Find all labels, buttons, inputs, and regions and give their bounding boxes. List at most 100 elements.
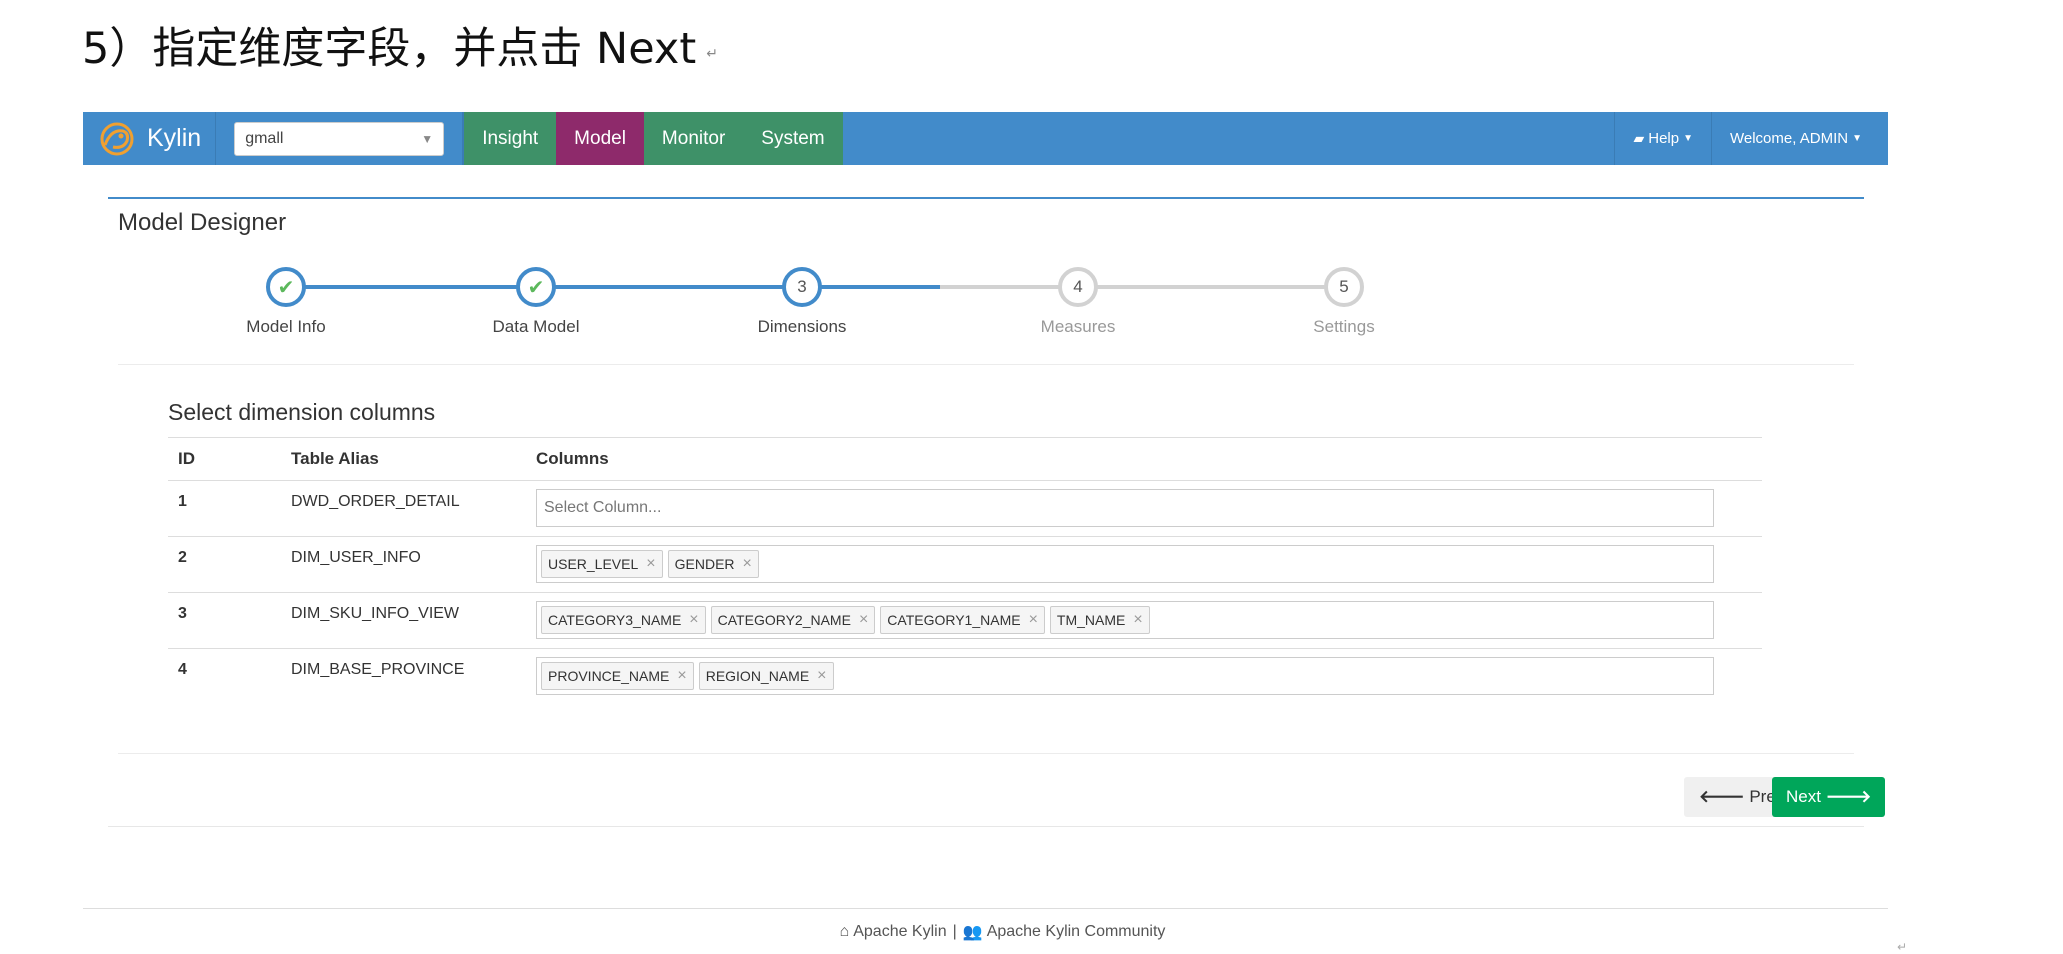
remove-tag-icon[interactable]: × [689, 611, 698, 629]
wizard-step-number: 3 [797, 277, 807, 296]
arrow-right-icon: 🡒 [1825, 787, 1872, 806]
column-select-input[interactable]: Select Column... [536, 489, 1714, 527]
nav-item-monitor[interactable]: Monitor [643, 112, 744, 165]
paragraph-mark: ↵ [706, 46, 718, 62]
welcome-label: Welcome, ADMIN [1730, 130, 1849, 147]
wizard-step-label: Data Model [492, 317, 580, 336]
remove-tag-icon[interactable]: × [743, 555, 752, 573]
chevron-down-icon: ▼ [421, 131, 434, 146]
document-heading: 5）指定维度字段，并点击 Next ↵ [82, 14, 718, 76]
wizard-step-measures[interactable]: 4 Measures [1041, 267, 1115, 336]
main-nav: Insight Model Monitor System [463, 112, 843, 165]
wizard-steps: ✔ Model Info ✔ Data Model 3 Dimensions 4 Measur… [108, 267, 1864, 347]
column-select-placeholder: Select Column... [544, 499, 662, 516]
book-icon: ▰ [1633, 130, 1645, 146]
column-tag: CATEGORY3_NAME × [541, 606, 706, 634]
table-row: 3 DIM_SKU_INFO_VIEW CATEGORY3_NAME × CATEGOR… [168, 592, 1762, 649]
wizard-step-settings[interactable]: 5 Settings [1313, 267, 1375, 336]
wizard-step-number: 5 [1339, 277, 1349, 296]
wizard-step-circle: 3 [782, 267, 822, 307]
row-table-alias: DIM_BASE_PROVINCE [281, 648, 526, 705]
column-tag-label: CATEGORY1_NAME [887, 612, 1021, 628]
column-tag-label: CATEGORY2_NAME [717, 612, 851, 628]
row-columns-cell: CATEGORY3_NAME × CATEGORY2_NAME × CATEGORY1_… [526, 592, 1762, 649]
check-icon: ✔ [527, 276, 545, 299]
footer-community-link[interactable]: Apache Kylin Community [987, 923, 1166, 941]
home-icon: ⌂ [839, 923, 850, 940]
next-button[interactable]: Next 🡒 [1772, 777, 1886, 817]
row-id: 2 [168, 536, 281, 593]
dimensions-table-body: 1 DWD_ORDER_DETAIL Select Column... 2 DIM_US… [168, 480, 1762, 705]
dimensions-table: ID Table Alias Columns 1 DWD_ORDER_DETAIL… [168, 437, 1762, 705]
nav-item-model[interactable]: Model [556, 112, 644, 165]
column-tag: USER_LEVEL × [541, 550, 663, 578]
row-id: 3 [168, 592, 281, 649]
column-tag-label: REGION_NAME [705, 668, 810, 684]
row-columns-cell: PROVINCE_NAME × REGION_NAME × [526, 648, 1762, 705]
remove-tag-icon[interactable]: × [859, 611, 868, 629]
help-label: Help [1648, 130, 1680, 147]
remove-tag-icon[interactable]: × [1133, 611, 1142, 629]
remove-tag-icon[interactable]: × [677, 667, 686, 685]
wizard-step-model-info[interactable]: ✔ Model Info [246, 267, 326, 336]
project-selected-value: gmall [245, 129, 284, 147]
footer-divider [83, 908, 1888, 909]
caret-down-icon: ▼ [1852, 133, 1862, 144]
wizard-step-dimensions[interactable]: 3 Dimensions [758, 267, 846, 336]
column-tag: CATEGORY1_NAME × [880, 606, 1045, 634]
table-row: 1 DWD_ORDER_DETAIL Select Column... [168, 480, 1762, 537]
navbar-spacer [843, 112, 1615, 165]
row-id: 4 [168, 648, 281, 705]
column-tag: GENDER × [667, 550, 759, 578]
brand[interactable]: Kylin [83, 112, 217, 165]
row-columns-cell: Select Column... [526, 480, 1762, 537]
project-selector[interactable]: gmall ▼ [234, 121, 445, 156]
kylin-logo-icon [100, 122, 134, 155]
wizard-step-label: Model Info [246, 317, 326, 336]
section-title: Select dimension columns [168, 399, 436, 425]
wizard-step-data-model[interactable]: ✔ Data Model [493, 267, 579, 336]
column-select-input[interactable]: PROVINCE_NAME × REGION_NAME × [536, 657, 1714, 695]
footer-apache-kylin-link[interactable]: Apache Kylin [853, 923, 946, 941]
column-tag-label: TM_NAME [1056, 612, 1126, 628]
actions-divider [118, 753, 1854, 754]
column-tag-label: PROVINCE_NAME [548, 668, 670, 684]
header-columns: Columns [526, 437, 1762, 481]
wizard-step-circle: 4 [1058, 267, 1098, 307]
column-tag: CATEGORY2_NAME × [710, 606, 876, 634]
panel-title: Model Designer [118, 209, 287, 236]
column-select-input[interactable]: USER_LEVEL × GENDER × [536, 545, 1714, 583]
column-tag: REGION_NAME × [698, 662, 834, 690]
wizard-step-label: Dimensions [757, 317, 847, 336]
help-menu[interactable]: ▰ Help ▼ [1614, 112, 1711, 165]
remove-tag-icon[interactable]: × [646, 555, 655, 573]
wizard-step-label: Settings [1313, 317, 1375, 336]
row-columns-cell: USER_LEVEL × GENDER × [526, 536, 1762, 593]
user-menu[interactable]: Welcome, ADMIN ▼ [1711, 112, 1888, 165]
nav-item-system[interactable]: System [743, 112, 843, 165]
row-table-alias: DIM_USER_INFO [281, 536, 526, 593]
users-icon: 👥 [962, 924, 983, 941]
table-row: 4 DIM_BASE_PROVINCE PROVINCE_NAME × REGION_N… [168, 648, 1762, 705]
footer: ⌂ Apache Kylin | 👥 Apache Kylin Communit… [0, 922, 2063, 942]
nav-item-insight[interactable]: Insight [463, 112, 557, 165]
wizard-divider [118, 364, 1854, 365]
row-table-alias: DIM_SKU_INFO_VIEW [281, 592, 526, 649]
check-icon: ✔ [277, 276, 295, 299]
remove-tag-icon[interactable]: × [1029, 611, 1038, 629]
column-select-input[interactable]: CATEGORY3_NAME × CATEGORY2_NAME × CATEGORY1_… [536, 601, 1714, 639]
wizard-step-circle: 5 [1324, 267, 1364, 307]
remove-tag-icon[interactable]: × [817, 667, 826, 685]
wizard-step-circle: ✔ [266, 267, 306, 307]
wizard-step-label: Measures [1040, 317, 1116, 336]
model-designer-panel: Model Designer ✔ Model Info ✔ Data Model 3 Di… [108, 197, 1886, 827]
header-id: ID [168, 437, 281, 481]
wizard-step-circle: ✔ [516, 267, 556, 307]
header-table-alias: Table Alias [281, 437, 526, 481]
row-table-alias: DWD_ORDER_DETAIL [281, 480, 526, 537]
column-tag: PROVINCE_NAME × [541, 662, 694, 690]
column-tag: TM_NAME × [1049, 606, 1150, 634]
wizard-progress [286, 285, 940, 289]
row-id: 1 [168, 480, 281, 537]
brand-name: Kylin [147, 124, 202, 152]
